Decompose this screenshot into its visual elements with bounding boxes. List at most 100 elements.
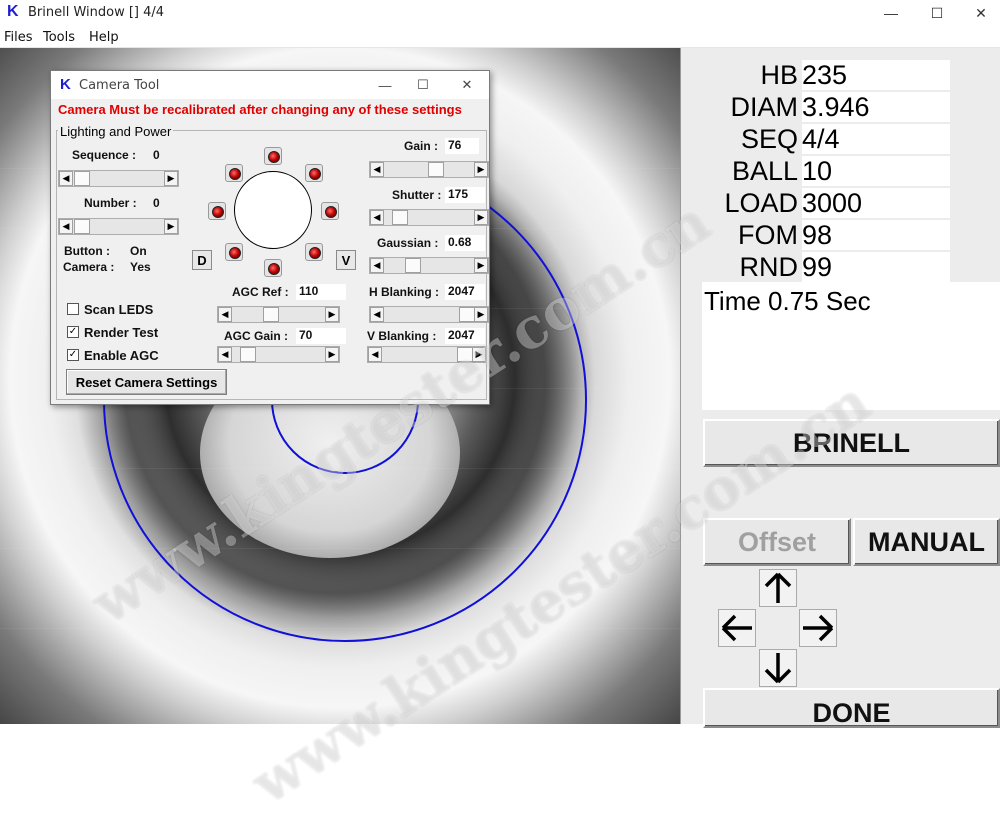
scroll-left-icon: ◀ xyxy=(370,258,384,273)
readout-ball: BALL 10 xyxy=(702,156,950,186)
scroll-right-icon: ▶ xyxy=(474,162,488,177)
scan-leds-checkbox[interactable] xyxy=(67,303,79,315)
group-title: Lighting and Power xyxy=(58,124,174,139)
arrow-left-icon xyxy=(721,614,752,642)
gain-scrollbar[interactable]: ◀ ▶ xyxy=(369,161,489,178)
scroll-right-icon: ▶ xyxy=(474,307,488,322)
minimize-button[interactable]: — xyxy=(868,0,914,26)
scroll-right-icon: ▶ xyxy=(472,347,486,362)
camera-status-value: Yes xyxy=(130,260,151,274)
menu-bar: Files Tools Help xyxy=(0,26,1000,48)
dialog-minimize-button[interactable]: — xyxy=(365,73,405,97)
readout-label: LOAD xyxy=(724,188,798,218)
scroll-right-icon: ▶ xyxy=(325,347,339,362)
d-button[interactable]: D xyxy=(192,250,212,270)
shutter-value: 175 xyxy=(445,187,485,203)
arrow-right-icon xyxy=(803,614,834,642)
h-blanking-scrollbar[interactable]: ◀ ▶ xyxy=(369,306,489,323)
scroll-right-icon: ▶ xyxy=(474,258,488,273)
scroll-thumb xyxy=(392,210,408,225)
readout-diam: DIAM 3.946 xyxy=(702,92,950,122)
arrow-down-button[interactable] xyxy=(759,649,797,687)
scroll-left-icon: ◀ xyxy=(368,347,382,362)
brinell-button[interactable]: BRINELL xyxy=(703,419,1000,467)
arrow-up-button[interactable] xyxy=(759,569,797,607)
scan-leds-label: Scan LEDS xyxy=(84,302,154,317)
led-indicator[interactable] xyxy=(225,243,243,261)
readout-value: 235 xyxy=(802,60,950,90)
led-indicator[interactable] xyxy=(208,202,226,220)
led-ring-preview xyxy=(234,171,312,249)
agc-ref-scrollbar[interactable]: ◀ ▶ xyxy=(217,306,340,323)
scroll-thumb xyxy=(74,171,90,186)
scroll-thumb xyxy=(457,347,473,362)
readout-value: 3.946 xyxy=(802,92,950,122)
scroll-right-icon: ▶ xyxy=(474,210,488,225)
arrow-right-button[interactable] xyxy=(799,609,837,647)
sequence-scrollbar[interactable]: ◀ ▶ xyxy=(58,170,179,187)
camera-status-label: Camera : xyxy=(63,260,115,274)
led-indicator[interactable] xyxy=(305,243,323,261)
led-indicator[interactable] xyxy=(225,164,243,182)
scroll-thumb xyxy=(459,307,475,322)
agc-ref-value: 110 xyxy=(296,284,346,300)
shutter-label: Shutter : xyxy=(392,188,442,202)
scroll-left-icon: ◀ xyxy=(370,307,384,322)
time-display: Time 0.75 Sec xyxy=(702,282,1000,410)
v-button[interactable]: V xyxy=(336,250,356,270)
scroll-left-icon: ◀ xyxy=(218,307,232,322)
sequence-label: Sequence : xyxy=(72,148,137,162)
reset-camera-settings-button[interactable]: Reset Camera Settings xyxy=(66,369,227,395)
enable-agc-checkbox[interactable]: ✓ xyxy=(67,349,79,361)
render-test-checkbox[interactable]: ✓ xyxy=(67,326,79,338)
readout-label: RND xyxy=(739,252,799,282)
title-bar: K Brinell Window [] 4/4 — ☐ ✕ xyxy=(0,0,1000,26)
gaussian-scrollbar[interactable]: ◀ ▶ xyxy=(369,257,489,274)
camera-tool-dialog: K Camera Tool — ☐ ✕ Camera Must be recal… xyxy=(50,70,490,405)
readout-label: DIAM xyxy=(730,92,799,122)
readout-value: 98 xyxy=(802,220,950,250)
h-blanking-label: H Blanking : xyxy=(369,285,440,299)
shutter-scrollbar[interactable]: ◀ ▶ xyxy=(369,209,489,226)
sequence-value: 0 xyxy=(153,148,160,162)
dialog-title-bar: K Camera Tool — ☐ ✕ xyxy=(51,71,489,99)
scroll-right-icon: ▶ xyxy=(164,219,178,234)
arrow-left-button[interactable] xyxy=(718,609,756,647)
gaussian-value: 0.68 xyxy=(445,235,485,251)
scroll-thumb xyxy=(428,162,444,177)
readout-seq: SEQ 4/4 xyxy=(702,124,950,154)
readout-value: 4/4 xyxy=(802,124,950,154)
number-label: Number : xyxy=(84,196,137,210)
close-button[interactable]: ✕ xyxy=(958,0,1000,26)
gain-value: 76 xyxy=(445,138,479,154)
readout-value: 99 xyxy=(802,252,950,282)
done-button[interactable]: DONE xyxy=(703,688,1000,728)
scroll-left-icon: ◀ xyxy=(59,219,73,234)
maximize-button[interactable]: ☐ xyxy=(914,0,960,26)
readout-load: LOAD 3000 xyxy=(702,188,950,218)
manual-button[interactable]: MANUAL xyxy=(853,518,1000,566)
menu-help[interactable]: Help xyxy=(89,30,119,45)
button-status-value: On xyxy=(130,244,147,258)
dialog-title: Camera Tool xyxy=(79,78,160,93)
menu-files[interactable]: Files xyxy=(4,30,33,45)
v-blanking-scrollbar[interactable]: ◀ ▶ xyxy=(367,346,487,363)
scroll-left-icon: ◀ xyxy=(370,210,384,225)
readout-label: BALL xyxy=(731,156,798,186)
led-indicator[interactable] xyxy=(305,164,323,182)
scroll-right-icon: ▶ xyxy=(164,171,178,186)
agc-gain-value: 70 xyxy=(296,328,346,344)
led-indicator[interactable] xyxy=(264,147,282,165)
agc-gain-scrollbar[interactable]: ◀ ▶ xyxy=(217,346,340,363)
menu-tools[interactable]: Tools xyxy=(43,30,75,45)
led-indicator[interactable] xyxy=(264,259,282,277)
number-scrollbar[interactable]: ◀ ▶ xyxy=(58,218,179,235)
readout-hb: HB 235 xyxy=(702,60,950,90)
led-indicator[interactable] xyxy=(321,202,339,220)
dialog-maximize-button[interactable]: ☐ xyxy=(403,73,443,97)
dialog-close-button[interactable]: ✕ xyxy=(447,73,487,97)
agc-ref-label: AGC Ref : xyxy=(232,285,289,299)
h-blanking-value: 2047 xyxy=(445,284,485,300)
scroll-left-icon: ◀ xyxy=(370,162,384,177)
offset-button[interactable]: Offset xyxy=(703,518,851,566)
